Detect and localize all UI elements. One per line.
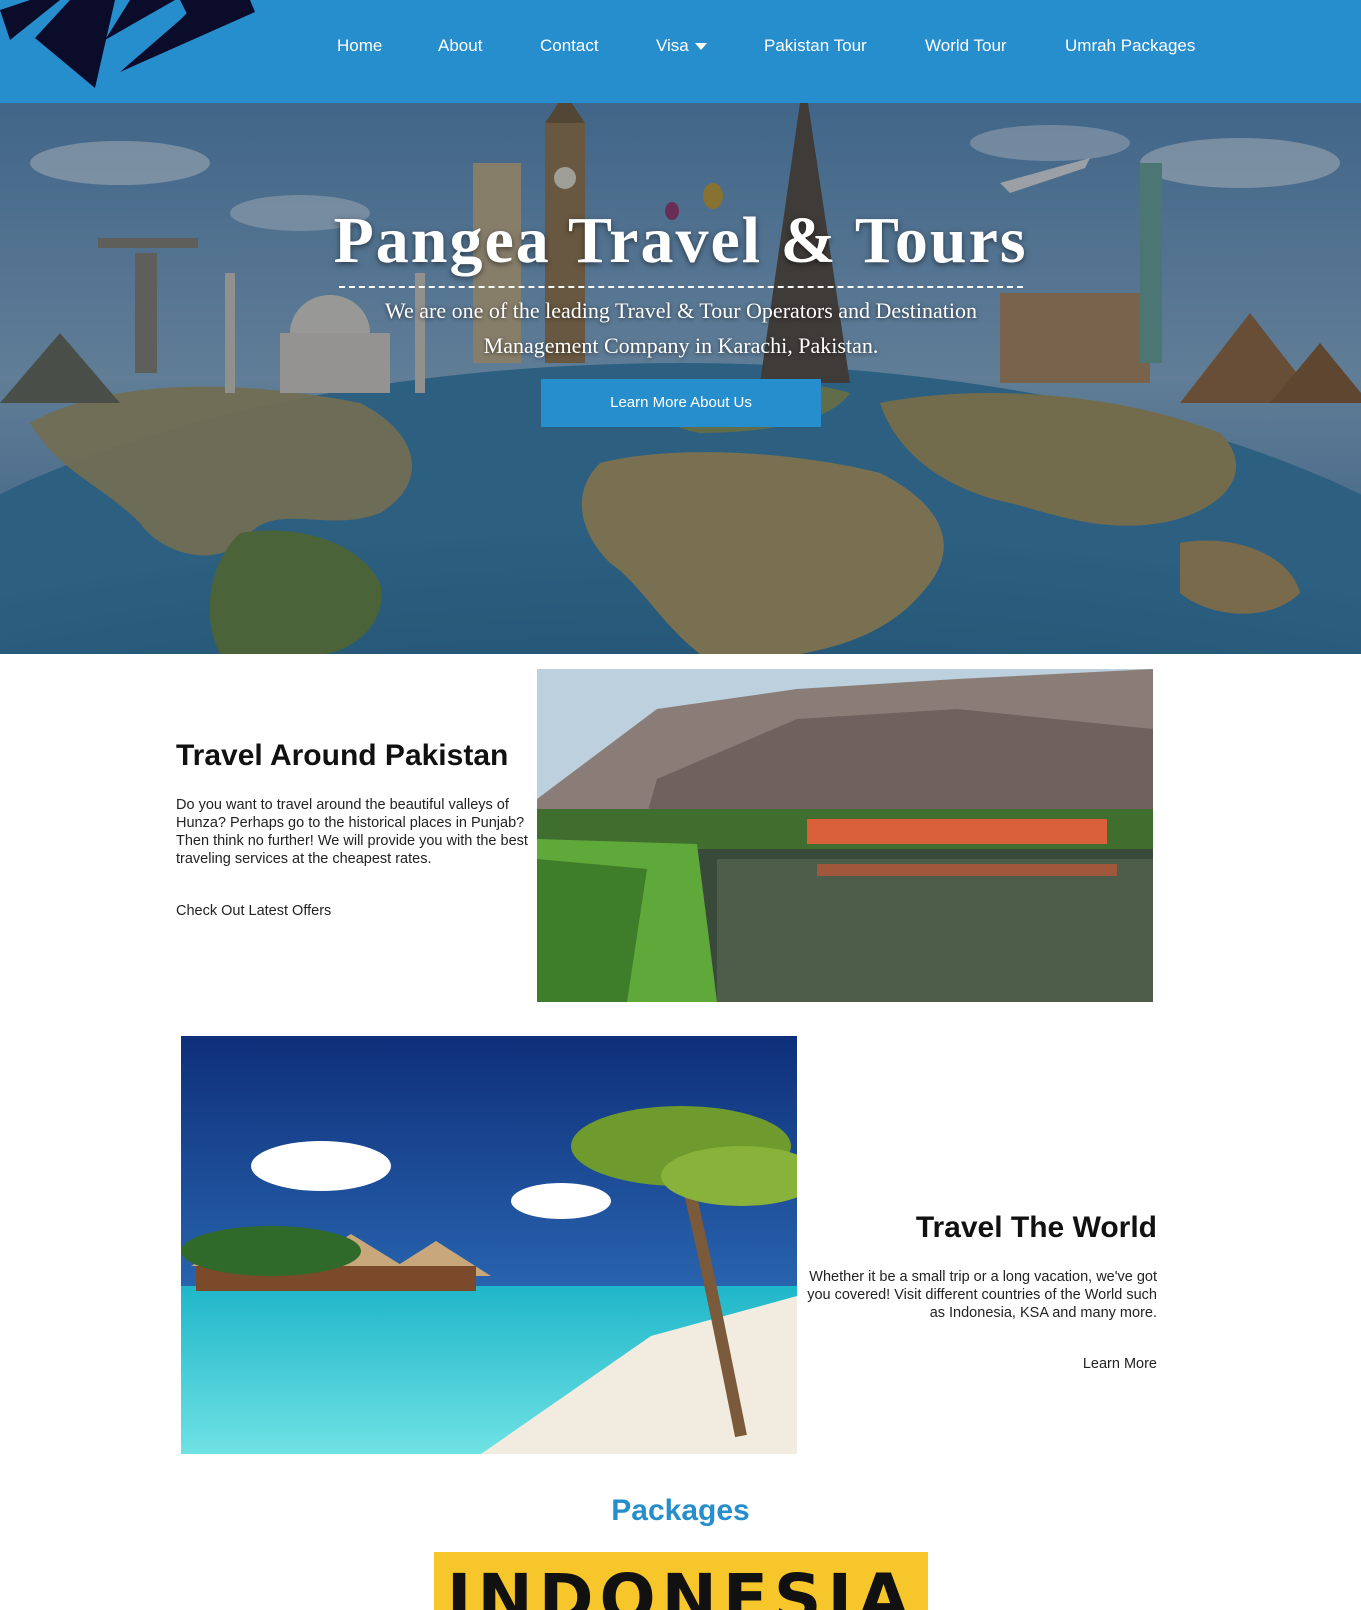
nav-about[interactable]: About: [438, 36, 482, 56]
main-nav: Home About Contact Visa Pakistan Tour Wo…: [0, 36, 1361, 60]
world-text: Whether it be a small trip or a long vac…: [807, 1269, 1157, 1321]
indonesia-package-banner[interactable]: INDONESIA: [434, 1552, 928, 1610]
chevron-down-icon: [694, 43, 707, 51]
site-header: Home About Contact Visa Pakistan Tour Wo…: [0, 0, 1361, 103]
learn-more-about-us-button[interactable]: Learn More About Us: [541, 379, 821, 427]
nav-visa[interactable]: Visa: [656, 36, 707, 56]
pakistan-title: Travel Around Pakistan: [176, 739, 509, 772]
learn-more-link[interactable]: Learn More: [1083, 1356, 1157, 1372]
pakistan-lake-image: [537, 669, 1153, 1002]
nav-pakistan-tour[interactable]: Pakistan Tour: [764, 36, 867, 56]
world-title: Travel The World: [915, 1211, 1157, 1244]
nav-contact[interactable]: Contact: [540, 36, 599, 56]
hero-title: Pangea Travel & Tours: [333, 204, 1028, 277]
world-beach-image: [181, 1036, 797, 1454]
nav-visa-label: Visa: [656, 36, 689, 55]
packages-title: Packages: [611, 1494, 750, 1527]
hero-section: Pangea Travel & Tours We are one of the …: [0, 103, 1361, 654]
pakistan-text: Do you want to travel around the beautif…: [176, 797, 528, 867]
nav-umrah-packages[interactable]: Umrah Packages: [1065, 36, 1195, 56]
nav-world-tour[interactable]: World Tour: [925, 36, 1007, 56]
check-out-latest-offers-link[interactable]: Check Out Latest Offers: [176, 903, 331, 919]
nav-home[interactable]: Home: [337, 36, 382, 56]
hero-subtitle: We are one of the leading Travel & Tour …: [385, 298, 977, 358]
hero-divider: [339, 286, 1023, 288]
indonesia-banner-text: INDONESIA: [446, 1560, 916, 1610]
